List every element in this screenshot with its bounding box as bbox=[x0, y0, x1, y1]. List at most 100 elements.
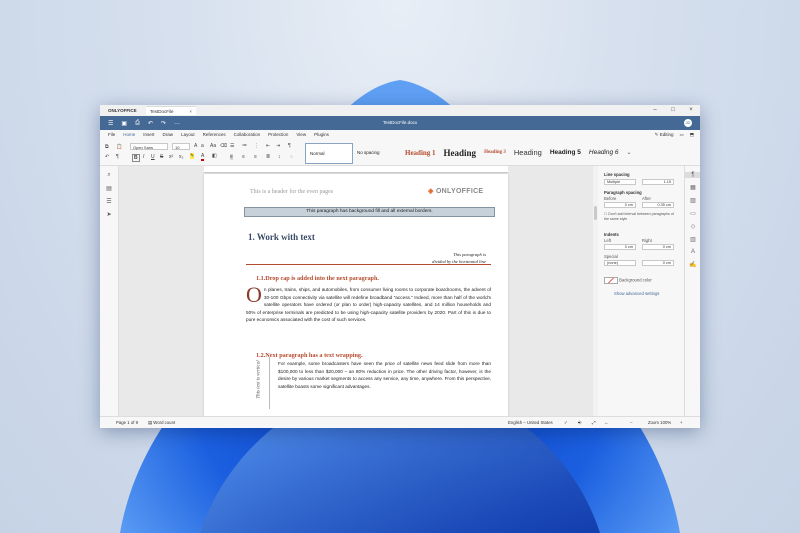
zoom-out-icon[interactable]: − bbox=[630, 417, 633, 428]
style-heading-6[interactable]: Heading 6 bbox=[585, 143, 623, 162]
document-workspace[interactable]: This is a header for the even pages ◈ ON… bbox=[119, 166, 593, 416]
open-file-location-icon[interactable]: ⬒ bbox=[690, 130, 694, 140]
change-case-icon[interactable]: Aa bbox=[210, 143, 216, 149]
subscript-icon[interactable]: x₂ bbox=[179, 154, 183, 160]
style-heading-4[interactable]: Heading bbox=[510, 143, 546, 162]
tab-layout[interactable]: Layout bbox=[177, 130, 199, 140]
shading-icon[interactable]: ◧ bbox=[212, 153, 217, 159]
scrollbar-thumb[interactable] bbox=[594, 206, 597, 220]
feedback-icon[interactable]: ➤ bbox=[100, 211, 118, 218]
header-footer-icon[interactable]: ▭ bbox=[685, 210, 700, 217]
app-tab[interactable]: ONLYOFFICE bbox=[104, 106, 148, 115]
close-window-icon[interactable]: × bbox=[682, 105, 700, 116]
track-changes-icon[interactable]: ⎆ bbox=[578, 417, 581, 428]
superscript-icon[interactable]: x² bbox=[169, 154, 173, 160]
spellcheck-icon[interactable]: ✓ bbox=[564, 417, 568, 428]
background-color-control[interactable]: Background color bbox=[604, 277, 652, 284]
after-input[interactable]: 0.35 cm bbox=[642, 202, 674, 208]
shapes-icon[interactable]: ◌ bbox=[290, 154, 293, 160]
font-color-icon[interactable]: A bbox=[201, 153, 205, 161]
style-gallery-expand-icon[interactable]: ⌄ bbox=[623, 143, 636, 162]
paragraph-mark-icon[interactable]: ¶ bbox=[116, 154, 119, 160]
line-spacing-value-input[interactable]: 1.15 bbox=[642, 179, 674, 185]
paragraph-settings-icon[interactable]: ¶ bbox=[685, 172, 700, 178]
shape-settings-icon[interactable]: ◇ bbox=[685, 223, 700, 230]
title-bar: ONLYOFFICE TestDocFile × – □ × bbox=[100, 105, 700, 116]
document-tab[interactable]: TestDocFile × bbox=[146, 106, 196, 115]
tab-home[interactable]: Home bbox=[119, 130, 140, 141]
style-normal[interactable]: Normal bbox=[305, 143, 353, 164]
tab-view[interactable]: View bbox=[292, 130, 310, 140]
bold-icon[interactable]: B bbox=[132, 154, 140, 162]
increase-indent-icon[interactable]: ⇥ bbox=[276, 143, 280, 149]
align-center-icon[interactable]: ≡ bbox=[242, 154, 245, 160]
tab-references[interactable]: References bbox=[199, 130, 230, 140]
tab-plugins[interactable]: Plugins bbox=[310, 130, 333, 140]
zoom-in-icon[interactable]: + bbox=[680, 417, 683, 428]
comments-panel-icon[interactable]: ▤ bbox=[100, 185, 118, 192]
tab-protection[interactable]: Protection bbox=[264, 130, 292, 140]
justify-icon[interactable]: ≣ bbox=[266, 154, 270, 160]
align-right-icon[interactable]: ≡ bbox=[254, 154, 257, 160]
align-left-icon[interactable]: ≡ bbox=[230, 154, 233, 160]
search-icon[interactable]: ⌕ bbox=[100, 172, 118, 179]
style-no-spacing[interactable]: No spacing bbox=[353, 143, 401, 162]
underline-icon[interactable]: U bbox=[151, 154, 155, 160]
special-select[interactable]: (none) bbox=[604, 260, 636, 266]
minimize-icon[interactable]: – bbox=[646, 105, 664, 116]
zoom-level[interactable]: Zoom 100% bbox=[648, 417, 671, 428]
undo-toolbar-icon[interactable]: ↶ bbox=[105, 154, 109, 160]
signature-settings-icon[interactable]: ✍ bbox=[685, 261, 700, 268]
bullets-icon[interactable]: ☰ bbox=[230, 143, 234, 149]
background-color-swatch[interactable] bbox=[604, 277, 618, 284]
tab-insert[interactable]: Insert bbox=[139, 130, 158, 140]
copy-icon[interactable]: ⧉ bbox=[105, 144, 109, 150]
line-spacing-icon[interactable]: ↕ bbox=[278, 154, 281, 160]
chart-settings-icon[interactable]: ▥ bbox=[685, 236, 700, 243]
fit-width-icon[interactable]: ↔ bbox=[604, 417, 608, 428]
special-input[interactable]: 0 cm bbox=[642, 260, 674, 266]
increase-font-icon[interactable]: A bbox=[194, 143, 197, 149]
vertical-text-box[interactable]: This text is vertical bbox=[249, 357, 270, 409]
editing-mode-button[interactable]: ✎ Editing bbox=[655, 130, 674, 140]
strikethrough-icon[interactable]: S bbox=[160, 154, 163, 160]
indent-left-input[interactable]: 0 cm bbox=[604, 244, 636, 250]
style-heading-3[interactable]: Heading 3 bbox=[480, 143, 510, 162]
style-heading-1[interactable]: Heading 1 bbox=[401, 143, 440, 162]
numbering-icon[interactable]: ≔ bbox=[242, 143, 247, 149]
document-page[interactable]: This is a header for the even pages ◈ ON… bbox=[204, 174, 508, 416]
dont-add-interval-checkbox[interactable]: ☐ Don't add interval between paragraphs … bbox=[604, 212, 678, 221]
highlight-icon[interactable]: ✎ bbox=[190, 153, 195, 159]
navigation-icon[interactable]: ☰ bbox=[100, 198, 118, 205]
fit-page-icon[interactable]: ⤢ bbox=[592, 417, 595, 428]
decrease-font-icon[interactable]: a bbox=[201, 143, 204, 149]
clear-style-icon[interactable]: ⌫ bbox=[220, 143, 227, 149]
avatar[interactable]: JD bbox=[684, 119, 692, 127]
style-heading-2[interactable]: Heading bbox=[440, 143, 481, 162]
paste-icon[interactable]: 📋 bbox=[116, 144, 122, 150]
font-name-select[interactable]: Open Sans bbox=[130, 143, 168, 150]
tab-file[interactable]: File bbox=[104, 130, 119, 140]
show-advanced-settings-link[interactable]: Show advanced settings bbox=[614, 291, 659, 296]
word-count-button[interactable]: ▤ Word count bbox=[148, 417, 175, 428]
close-tab-icon[interactable]: × bbox=[189, 109, 192, 114]
tab-draw[interactable]: Draw bbox=[159, 130, 178, 140]
textart-settings-icon[interactable]: A bbox=[685, 249, 700, 255]
horizontal-ruler[interactable] bbox=[204, 166, 508, 173]
indent-right-input[interactable]: 0 cm bbox=[642, 244, 674, 250]
image-settings-icon[interactable]: ▨ bbox=[685, 197, 700, 204]
font-size-select[interactable]: 10 bbox=[172, 143, 190, 150]
nonprint-icon[interactable]: ¶ bbox=[288, 143, 291, 149]
comments-icon[interactable]: ▭ bbox=[679, 130, 683, 140]
decrease-indent-icon[interactable]: ⇤ bbox=[266, 143, 270, 149]
language-select[interactable]: English – United States bbox=[508, 417, 553, 428]
style-heading-5[interactable]: Heading 5 bbox=[546, 143, 585, 162]
multilevel-icon[interactable]: ⋮ bbox=[254, 143, 259, 149]
before-input[interactable]: 0 cm bbox=[604, 202, 636, 208]
italic-icon[interactable]: I bbox=[143, 154, 144, 160]
line-spacing-type-select[interactable]: Multiple bbox=[604, 179, 636, 185]
maximize-icon[interactable]: □ bbox=[664, 105, 682, 116]
tab-collaboration[interactable]: Collaboration bbox=[230, 130, 265, 140]
table-settings-icon[interactable]: ▦ bbox=[685, 184, 700, 191]
page-counter[interactable]: Page 1 of 9 bbox=[116, 417, 138, 428]
